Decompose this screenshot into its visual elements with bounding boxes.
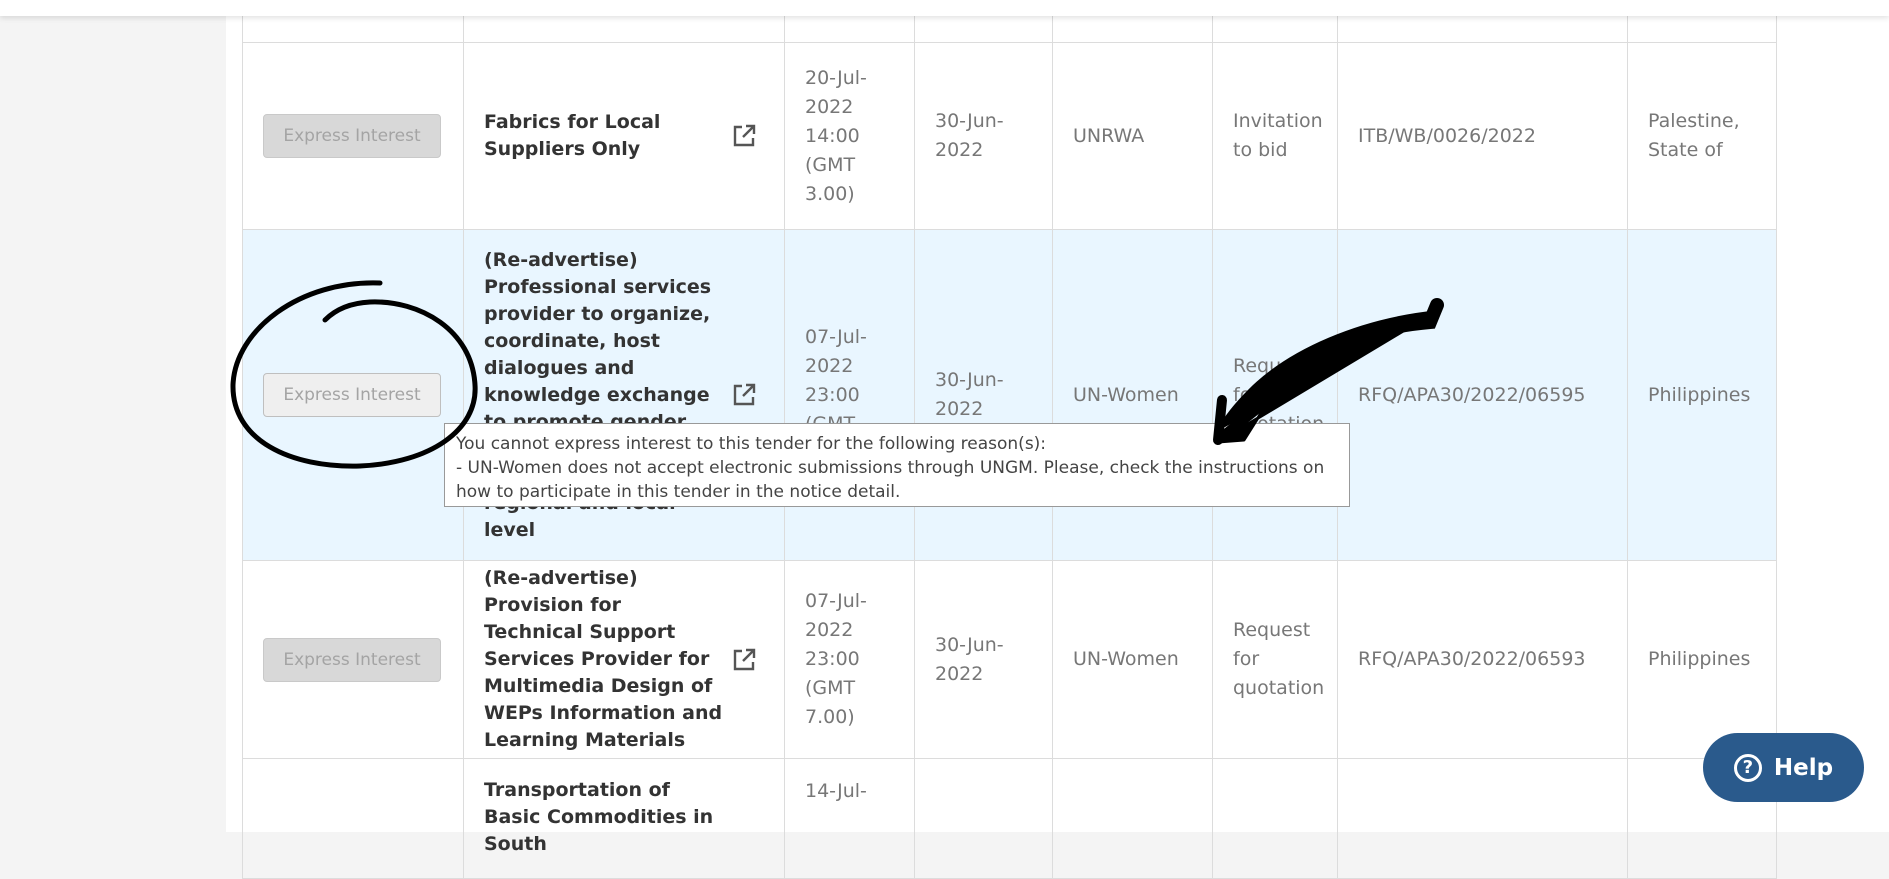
express-interest-cell: Express Interest (242, 560, 464, 759)
help-button[interactable]: ? Help (1703, 733, 1864, 802)
deadline-cell: 07-Jul-2022 23:00 (GMT 7.00) (784, 229, 915, 561)
deadline-cell: 07-Jul-2022 23:00 (GMT 7.00) (784, 560, 915, 759)
title-cell: (Re-advertise) Professional services pro… (463, 229, 785, 561)
question-circle-icon: ? (1733, 753, 1762, 782)
published-cell: 30-Jun-2022 (914, 42, 1053, 230)
published-cell: 30-Jun-2022 (914, 229, 1053, 561)
external-link-icon[interactable] (732, 648, 756, 672)
express-interest-button[interactable]: Express Interest (263, 373, 441, 417)
tender-title[interactable]: Transportation of Basic Commodities in S… (484, 777, 724, 858)
type-cell: Request for quotation (1212, 229, 1338, 561)
title-cell: Fabrics for Local Suppliers Only (463, 42, 785, 230)
title-cell: (Re-advertise) Provision for Technical S… (463, 560, 785, 759)
agency-cell: UN-Women (1052, 560, 1213, 759)
tooltip-line-1: You cannot express interest to this tend… (456, 434, 1047, 454)
table-row: Express Interest (Re-advertise) Provisio… (242, 560, 1777, 759)
table-row: Express Interest Fabrics for Local Suppl… (242, 42, 1777, 230)
table-row: Express Interest (Re-advertise) Professi… (242, 229, 1777, 561)
country-cell: Philippines (1627, 560, 1777, 759)
express-interest-cell: Express Interest (242, 229, 464, 561)
external-link-icon[interactable] (732, 383, 756, 407)
reference-cell: RFQ/APA30/2022/06595 (1337, 229, 1628, 561)
disabled-reason-tooltip: You cannot express interest to this tend… (444, 423, 1350, 507)
deadline-cell: 14-Jul- (784, 758, 915, 879)
reference-cell: RFQ/APA30/2022/06593 (1337, 560, 1628, 759)
external-link-icon[interactable] (732, 124, 756, 148)
title-cell: Transportation of Basic Commodities in S… (463, 758, 785, 879)
country-cell: Palestine, State of (1627, 42, 1777, 230)
help-label: Help (1773, 754, 1834, 781)
tender-title[interactable]: (Re-advertise) Provision for Technical S… (484, 565, 724, 754)
tender-title[interactable]: Fabrics for Local Suppliers Only (484, 109, 724, 163)
express-interest-cell (242, 758, 464, 879)
tooltip-line-2: - UN-Women does not accept electronic su… (456, 458, 1330, 502)
express-interest-button[interactable]: Express Interest (263, 637, 441, 682)
express-interest-cell: Express Interest (242, 42, 464, 230)
type-cell (1212, 758, 1338, 879)
agency-cell: UN-Women (1052, 229, 1213, 561)
express-interest-button[interactable]: Express Interest (263, 114, 441, 158)
agency-cell (1052, 758, 1213, 879)
agency-cell: UNRWA (1052, 42, 1213, 230)
type-cell: Invitation to bid (1212, 42, 1338, 230)
table-row: Transportation of Basic Commodities in S… (242, 758, 1777, 879)
reference-cell (1337, 758, 1628, 879)
country-cell: Philippines (1627, 229, 1777, 561)
reference-cell: ITB/WB/0026/2022 (1337, 42, 1628, 230)
top-bar (0, 0, 1889, 16)
published-cell: 30-Jun-2022 (914, 560, 1053, 759)
published-cell (914, 758, 1053, 879)
type-cell: Request for quotation (1212, 560, 1338, 759)
deadline-cell: 20-Jul-2022 14:00 (GMT 3.00) (784, 42, 915, 230)
